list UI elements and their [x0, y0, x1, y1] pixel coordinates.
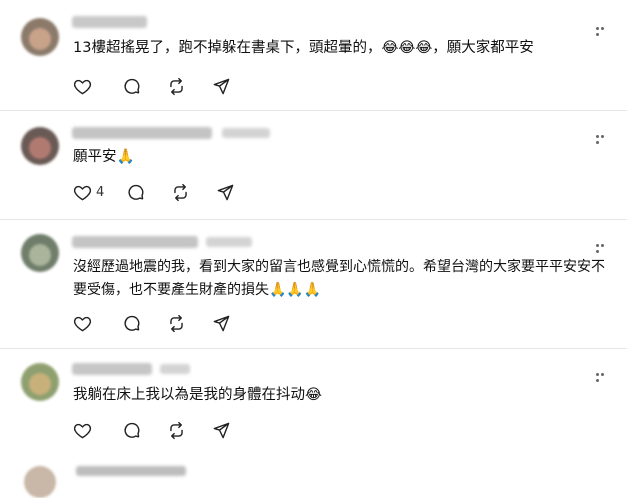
avatar[interactable]: [21, 363, 59, 401]
send-icon: [213, 78, 230, 94]
action-bar: [73, 420, 231, 440]
repost-button[interactable]: [167, 420, 186, 440]
repost-icon: [170, 314, 183, 332]
timestamp-blurred: [222, 128, 270, 138]
username-blurred[interactable]: [72, 127, 212, 139]
like-button[interactable]: 4: [73, 182, 104, 202]
like-count: 4: [96, 184, 105, 200]
reply-button[interactable]: [122, 420, 141, 440]
post-text: 願平安🙏: [73, 149, 135, 165]
heart-icon: [73, 316, 92, 331]
heart-icon: [73, 423, 92, 438]
send-icon: [217, 184, 234, 200]
heart-icon: [73, 185, 92, 200]
reply-button[interactable]: [122, 76, 141, 96]
username-blurred[interactable]: [72, 16, 147, 28]
avatar[interactable]: [21, 18, 59, 56]
comment-icon: [124, 315, 140, 331]
more-icon[interactable]: [596, 24, 610, 36]
repost-button[interactable]: [167, 76, 186, 96]
comment-icon: [124, 422, 140, 438]
send-icon: [213, 422, 230, 438]
repost-button[interactable]: [171, 182, 190, 202]
repost-icon: [170, 77, 183, 95]
repost-button[interactable]: [167, 313, 186, 333]
post-2: 願平安🙏 4: [0, 111, 627, 219]
like-button[interactable]: [73, 313, 96, 333]
post-1: 13樓超搖晃了，跑不掉躲在書桌下，頭超暈的，😂😂😂，願大家都平安: [0, 0, 627, 110]
post-text: 13樓超搖晃了，跑不掉躲在書桌下，頭超暈的，😂😂😂，願大家都平安: [73, 40, 534, 56]
username-blurred[interactable]: [72, 236, 198, 248]
post-text: 我躺在床上我以為是我的身體在抖动😂: [73, 387, 322, 403]
reply-button[interactable]: [122, 313, 141, 333]
comment-icon: [124, 78, 140, 94]
action-bar: [73, 76, 231, 96]
heart-icon: [73, 79, 92, 94]
reply-button[interactable]: [126, 182, 145, 202]
comment-icon: [128, 184, 144, 200]
timestamp-blurred: [206, 237, 252, 247]
avatar-partial[interactable]: [24, 466, 56, 498]
share-button[interactable]: [212, 76, 231, 96]
more-icon[interactable]: [596, 370, 610, 382]
post-3: 沒經歷過地震的我，看到大家的留言也感覺到心慌慌的。希望台灣的大家要平平安安不要受…: [0, 220, 627, 348]
share-button[interactable]: [216, 182, 235, 202]
action-bar: [73, 313, 231, 333]
repost-icon: [174, 183, 188, 201]
username-blurred[interactable]: [72, 363, 152, 375]
username-blurred[interactable]: [76, 466, 186, 476]
send-icon: [213, 315, 230, 331]
post-4: 我躺在床上我以為是我的身體在抖动😂: [0, 349, 627, 459]
avatar[interactable]: [21, 127, 59, 165]
like-button[interactable]: [73, 76, 96, 96]
post-text: 沒經歷過地震的我，看到大家的留言也感覺到心慌慌的。希望台灣的大家要平平安安不要受…: [73, 259, 605, 298]
more-icon[interactable]: [596, 241, 610, 253]
action-bar: 4: [73, 182, 235, 202]
more-icon[interactable]: [596, 132, 610, 144]
repost-icon: [170, 421, 183, 439]
share-button[interactable]: [212, 313, 231, 333]
share-button[interactable]: [212, 420, 231, 440]
avatar[interactable]: [21, 234, 59, 272]
like-button[interactable]: [73, 420, 96, 440]
timestamp-blurred: [160, 364, 190, 374]
